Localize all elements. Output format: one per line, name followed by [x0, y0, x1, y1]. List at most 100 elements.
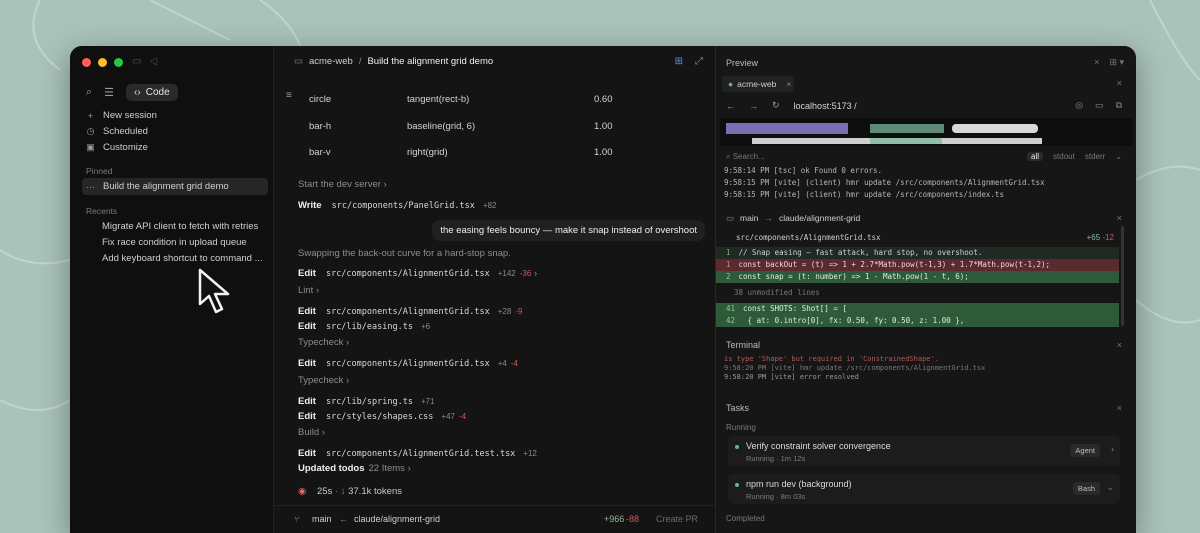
- tool-step[interactable]: Typecheck ›: [298, 375, 349, 386]
- table-cell: right(grid): [407, 147, 448, 158]
- arrow-down-icon: · ↓: [334, 486, 349, 497]
- log-search-input[interactable]: ⌕ Search...: [726, 152, 765, 162]
- chevron-right-icon: ›: [319, 427, 325, 438]
- task-item[interactable]: npm run dev (background) Running · 8m 03…: [728, 474, 1120, 504]
- layout-menu-icon[interactable]: ⊞ ▾: [1109, 57, 1124, 68]
- line-number: 42: [726, 316, 736, 325]
- preview-canvas[interactable]: [720, 118, 1133, 146]
- preview-tab-label: acme-web: [737, 79, 777, 89]
- branch-from[interactable]: main: [312, 514, 332, 524]
- action-verb: Edit: [298, 268, 316, 279]
- expand-icon[interactable]: ⤢: [695, 56, 703, 67]
- chevron-right-icon: ›: [343, 375, 350, 386]
- write-action[interactable]: Write src/components/PanelGrid.tsx +82: [298, 200, 496, 211]
- edit-action[interactable]: Edit src/lib/spring.ts +71: [298, 396, 435, 407]
- diff-scrollbar[interactable]: [1121, 226, 1124, 326]
- customize-icon: ▣: [86, 142, 95, 152]
- table-row: circle: [309, 94, 331, 105]
- back-icon[interactable]: ◁: [149, 56, 157, 67]
- close-icon[interactable]: ×: [1117, 403, 1122, 413]
- pinned-session-item[interactable]: ··· Build the alignment grid demo: [86, 181, 229, 192]
- edit-action[interactable]: Edit src/components/AlignmentGrid.tsx +28-…: [298, 306, 522, 317]
- action-verb: Write: [298, 200, 322, 211]
- customize-button[interactable]: ▣ Customize: [86, 142, 148, 153]
- stop-icon[interactable]: ◉: [298, 486, 306, 497]
- running-status-icon: [735, 445, 739, 449]
- line-number: 41: [726, 304, 736, 313]
- edit-action[interactable]: Edit src/lib/easing.ts +6: [298, 321, 430, 332]
- tool-step-label: Build: [298, 427, 320, 438]
- close-tab-icon[interactable]: ×: [786, 79, 791, 89]
- create-pr-button[interactable]: Create PR: [656, 514, 698, 524]
- tool-step[interactable]: Lint ›: [298, 285, 319, 296]
- line-number: 1: [726, 260, 731, 269]
- task-item[interactable]: Verify constraint solver convergence Run…: [728, 436, 1120, 466]
- new-session-button[interactable]: + New session: [86, 110, 157, 121]
- preview-tab[interactable]: ● acme-web ×: [722, 76, 794, 92]
- close-icon[interactable]: ×: [1094, 57, 1099, 68]
- minimize-window-button[interactable]: [98, 58, 107, 67]
- close-icon[interactable]: ×: [1117, 78, 1122, 88]
- added-count: +12: [523, 449, 537, 458]
- action-verb: Edit: [298, 411, 316, 422]
- recent-session-item[interactable]: Migrate API client to fetch with retries: [102, 221, 258, 232]
- sidebar: ▭ ◁ ⌕ ☰ ‹› Code + New session ◷ Schedule…: [70, 46, 274, 533]
- log-tab-stdout[interactable]: stdout: [1053, 152, 1075, 161]
- tool-step[interactable]: Build ›: [298, 427, 325, 438]
- recent-session-item[interactable]: Add keyboard shortcut to command ...: [102, 253, 263, 264]
- preview-title: Preview: [726, 58, 759, 68]
- list-icon[interactable]: ☰: [104, 86, 114, 99]
- removed-count: -4: [510, 359, 518, 368]
- log-tab-all[interactable]: all: [1027, 152, 1044, 161]
- session-dots-icon: ···: [86, 181, 95, 192]
- sidebar-toggle-icon[interactable]: ▭: [132, 56, 141, 67]
- inspect-icon[interactable]: ◎: [1075, 100, 1083, 111]
- diff-collapsed-lines[interactable]: 38 unmodified lines: [716, 287, 1119, 299]
- recent-session-label: Migrate API client to fetch with retries: [102, 221, 259, 232]
- terminal-line: is type 'Shape' but required in 'Constra…: [724, 355, 939, 363]
- pinned-heading: Pinned: [86, 166, 113, 176]
- close-window-button[interactable]: [82, 58, 91, 67]
- edit-action[interactable]: Edit src/styles/shapes.css +47 -4: [298, 411, 466, 422]
- status-dot-icon: ●: [728, 79, 734, 89]
- edit-action[interactable]: Edit src/components/AlignmentGrid.tsx +4 -4: [298, 358, 518, 369]
- line-code: { at: 0.intro[0], fx: 0.50, fy: 0.50, z:…: [743, 316, 965, 325]
- code-mode-button[interactable]: ‹› Code: [126, 84, 178, 101]
- recent-session-item[interactable]: Fix race condition in upload queue: [102, 237, 247, 248]
- tool-step[interactable]: Typecheck ›: [298, 337, 349, 348]
- back-arrow-icon[interactable]: ←: [726, 101, 735, 111]
- edit-action[interactable]: Edit src/components/AlignmentGrid.tsx +142…: [298, 268, 537, 279]
- table-cell: 1.00: [594, 121, 613, 132]
- close-icon[interactable]: ×: [1117, 213, 1122, 223]
- reload-icon[interactable]: ↻: [772, 100, 780, 111]
- chevron-right-icon: ›: [343, 337, 350, 348]
- layout-icon[interactable]: ⊞: [675, 56, 683, 67]
- maximize-window-button[interactable]: [114, 58, 123, 67]
- log-tab-stderr[interactable]: stderr: [1085, 152, 1105, 161]
- file-path: src/components/AlignmentGrid.test.tsx: [325, 449, 516, 459]
- diff-branch-from: main: [740, 213, 759, 223]
- project-name[interactable]: acme-web: [309, 56, 353, 67]
- forward-arrow-icon[interactable]: →: [749, 101, 758, 111]
- diff-line: 2 const snap = (t: number) => 1 - Math.po…: [716, 271, 1119, 283]
- chevron-right-icon: ›: [531, 268, 538, 279]
- file-path: src/styles/shapes.css: [325, 412, 434, 422]
- edit-action[interactable]: Edit src/components/AlignmentGrid.test.ts…: [298, 448, 537, 459]
- open-external-icon[interactable]: ⧉: [1116, 100, 1122, 111]
- branch-icon: ⑂: [294, 514, 300, 524]
- line-code: // Snap easing — fast attack, hard stop,…: [738, 248, 983, 257]
- device-icon[interactable]: ▭: [1095, 100, 1104, 111]
- scheduled-button[interactable]: ◷ Scheduled: [86, 126, 148, 137]
- branch-to[interactable]: claude/alignment-grid: [354, 514, 440, 524]
- tool-step[interactable]: Start the dev server ›: [298, 179, 387, 190]
- recent-session-label: Fix race condition in upload queue: [102, 237, 247, 248]
- chevron-down-icon[interactable]: ⌄: [1115, 152, 1122, 161]
- search-icon: ⌕: [726, 152, 733, 161]
- clock-icon: ◷: [86, 126, 95, 136]
- token-count: 37.1k tokens: [348, 486, 402, 497]
- preview-shape: [952, 124, 1038, 133]
- search-icon[interactable]: ⌕: [86, 86, 92, 99]
- close-icon[interactable]: ×: [1117, 340, 1122, 350]
- url-field[interactable]: localhost:5173 /: [794, 101, 857, 111]
- todos-summary[interactable]: Updated todos 22 Items ›: [298, 463, 411, 474]
